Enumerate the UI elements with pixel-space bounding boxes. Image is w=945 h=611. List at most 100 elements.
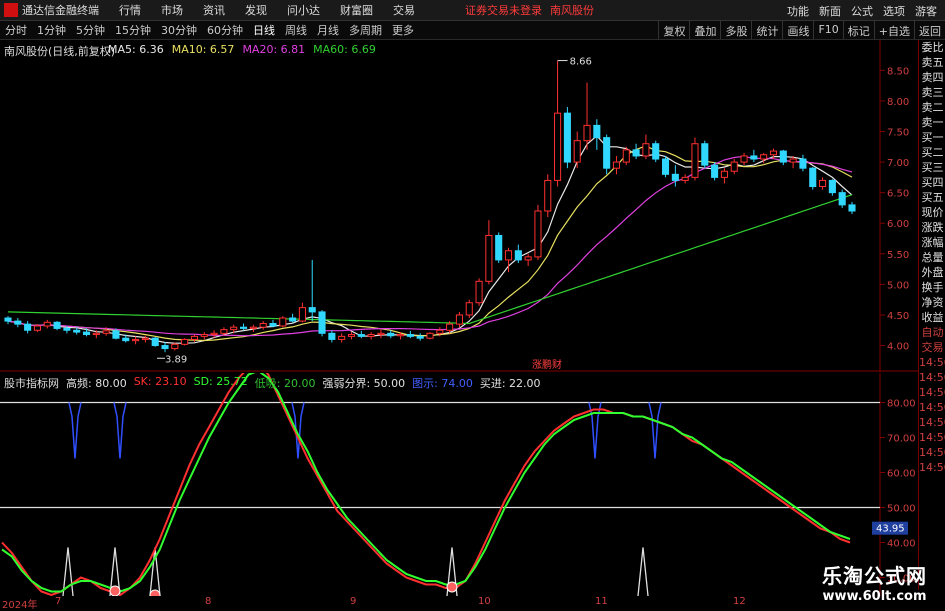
menu-new-layout[interactable]: 新面: [819, 3, 841, 19]
side-panel-item[interactable]: 14:50: [919, 460, 945, 475]
candle-body: [711, 164, 719, 178]
legend-ma10: MA10: 6.57: [171, 43, 235, 56]
menu-item-wealth[interactable]: 财富圈: [340, 2, 373, 18]
tool-multi-stock[interactable]: 多股: [720, 21, 751, 39]
candle-body: [769, 150, 778, 156]
period-timeshare[interactable]: 分时: [5, 22, 27, 38]
candle-body: [259, 323, 267, 328]
menu-item-quotes[interactable]: 行情: [119, 2, 141, 18]
side-panel-item[interactable]: 卖一: [919, 115, 945, 130]
side-panel-item[interactable]: 外盘: [919, 265, 945, 280]
candle-body: [485, 234, 493, 282]
candle-body: [701, 143, 709, 166]
tool-back[interactable]: 返回: [914, 21, 945, 39]
side-panel-item[interactable]: 卖三: [919, 85, 945, 100]
side-panel-item[interactable]: 自动: [919, 325, 945, 340]
candle-body: [210, 332, 218, 336]
side-panel-item[interactable]: 买三: [919, 160, 945, 175]
tool-add-watch[interactable]: +自选: [873, 21, 914, 39]
side-panel-item[interactable]: 买一: [919, 130, 945, 145]
side-panel-item[interactable]: 收益: [919, 310, 945, 325]
candle-body: [671, 173, 679, 181]
side-panel-item[interactable]: 总量: [919, 250, 945, 265]
side-panel-item[interactable]: 14:50: [919, 430, 945, 445]
buy-signal-spike: [637, 547, 649, 596]
watermark-url: www.60lt.com: [822, 589, 927, 604]
y-tick-label: 4.50: [887, 311, 909, 322]
candle-body: [514, 250, 522, 261]
legend-signal: 图示: 74.00: [412, 377, 473, 390]
candle-body: [475, 280, 483, 304]
candle-body: [436, 329, 444, 334]
menu-formula[interactable]: 公式: [851, 3, 873, 19]
side-panel-item[interactable]: 14:50: [919, 415, 945, 430]
y-tick-label: 70.00: [887, 434, 916, 445]
side-panel-item[interactable]: 委比: [919, 40, 945, 55]
menu-item-discover[interactable]: 发现: [245, 2, 267, 18]
candle-body: [652, 143, 660, 160]
indicator-chart[interactable]: 30.0040.0050.0060.0070.0080.0043.95: [0, 373, 918, 596]
side-panel-item[interactable]: 现价: [919, 205, 945, 220]
candle-body: [43, 321, 51, 327]
side-panel-item[interactable]: 净资: [919, 295, 945, 310]
menu-options[interactable]: 选项: [883, 3, 905, 19]
candle-body: [809, 167, 817, 188]
quote-side-panel: 委比 卖五 卖四 卖三 卖二 卖一 买一 买二 买三 买四 买五 现价 涨跌 涨幅 总量 外盘 换手 净资 收益 自动…: [918, 40, 945, 590]
side-panel-item[interactable]: 卖四: [919, 70, 945, 85]
tool-adjust[interactable]: 复权: [658, 21, 689, 39]
menu-item-news[interactable]: 资讯: [203, 2, 225, 18]
candle-body: [612, 161, 621, 169]
period-daily[interactable]: 日线: [253, 22, 275, 38]
candlestick-chart[interactable]: 4.00 4.50 5.00 5.50 6.00 6.50 7.00 7.50 8.00 8.50…: [0, 40, 918, 372]
side-panel-item[interactable]: 14:50: [919, 370, 945, 385]
login-warning: 证券交易未登录: [465, 4, 542, 17]
candle-body: [593, 124, 601, 139]
candle-body: [289, 317, 297, 322]
side-panel-item[interactable]: 交易: [919, 340, 945, 355]
legend-sd: SD: 25.72: [193, 375, 248, 388]
candle-body: [828, 179, 836, 194]
period-15min[interactable]: 15分钟: [115, 22, 151, 38]
side-panel-item[interactable]: 买二: [919, 145, 945, 160]
side-panel-item[interactable]: 涨幅: [919, 235, 945, 250]
candle-body: [318, 311, 326, 334]
period-60min[interactable]: 60分钟: [207, 22, 243, 38]
side-panel-item[interactable]: 卖二: [919, 100, 945, 115]
side-panel-item[interactable]: 14:50: [919, 355, 945, 370]
side-panel-item[interactable]: 换手: [919, 280, 945, 295]
tool-draw[interactable]: 画线: [782, 21, 813, 39]
period-multi[interactable]: 多周期: [349, 22, 382, 38]
tool-overlay[interactable]: 叠加: [689, 21, 720, 39]
event-tag: 涨鹏财: [532, 358, 562, 371]
tool-stats[interactable]: 统计: [751, 21, 782, 39]
tool-f10[interactable]: F10: [813, 21, 842, 39]
menu-guest[interactable]: 游客: [915, 3, 937, 19]
period-5min[interactable]: 5分钟: [76, 22, 105, 38]
side-panel-item[interactable]: 14:50: [919, 400, 945, 415]
tool-mark[interactable]: 标记: [842, 21, 874, 39]
candle-body: [799, 158, 807, 169]
y-tick-label: 60.00: [887, 469, 916, 480]
menu-item-trade[interactable]: 交易: [393, 2, 415, 18]
candle-body: [789, 158, 797, 163]
side-panel-item[interactable]: 14:50: [919, 445, 945, 460]
menu-item-ask[interactable]: 问小达: [287, 2, 320, 18]
candle-body: [750, 155, 758, 160]
period-more[interactable]: 更多: [392, 22, 414, 38]
candle-body: [455, 314, 463, 325]
side-panel-item[interactable]: 涨跌: [919, 220, 945, 235]
period-30min[interactable]: 30分钟: [161, 22, 197, 38]
y-tick-label: 5.00: [887, 280, 909, 291]
side-panel-item[interactable]: 买四: [919, 175, 945, 190]
menu-item-market[interactable]: 市场: [161, 2, 183, 18]
menu-function[interactable]: 功能: [787, 3, 809, 19]
watermark-title: 乐淘公式网: [822, 564, 927, 588]
side-panel-item[interactable]: 卖五: [919, 55, 945, 70]
side-panel-item[interactable]: 14:50: [919, 385, 945, 400]
period-monthly[interactable]: 月线: [317, 22, 339, 38]
period-1min[interactable]: 1分钟: [37, 22, 66, 38]
candle-body: [603, 137, 611, 169]
period-weekly[interactable]: 周线: [285, 22, 307, 38]
side-panel-item[interactable]: 买五: [919, 190, 945, 205]
candle-body: [347, 334, 356, 337]
